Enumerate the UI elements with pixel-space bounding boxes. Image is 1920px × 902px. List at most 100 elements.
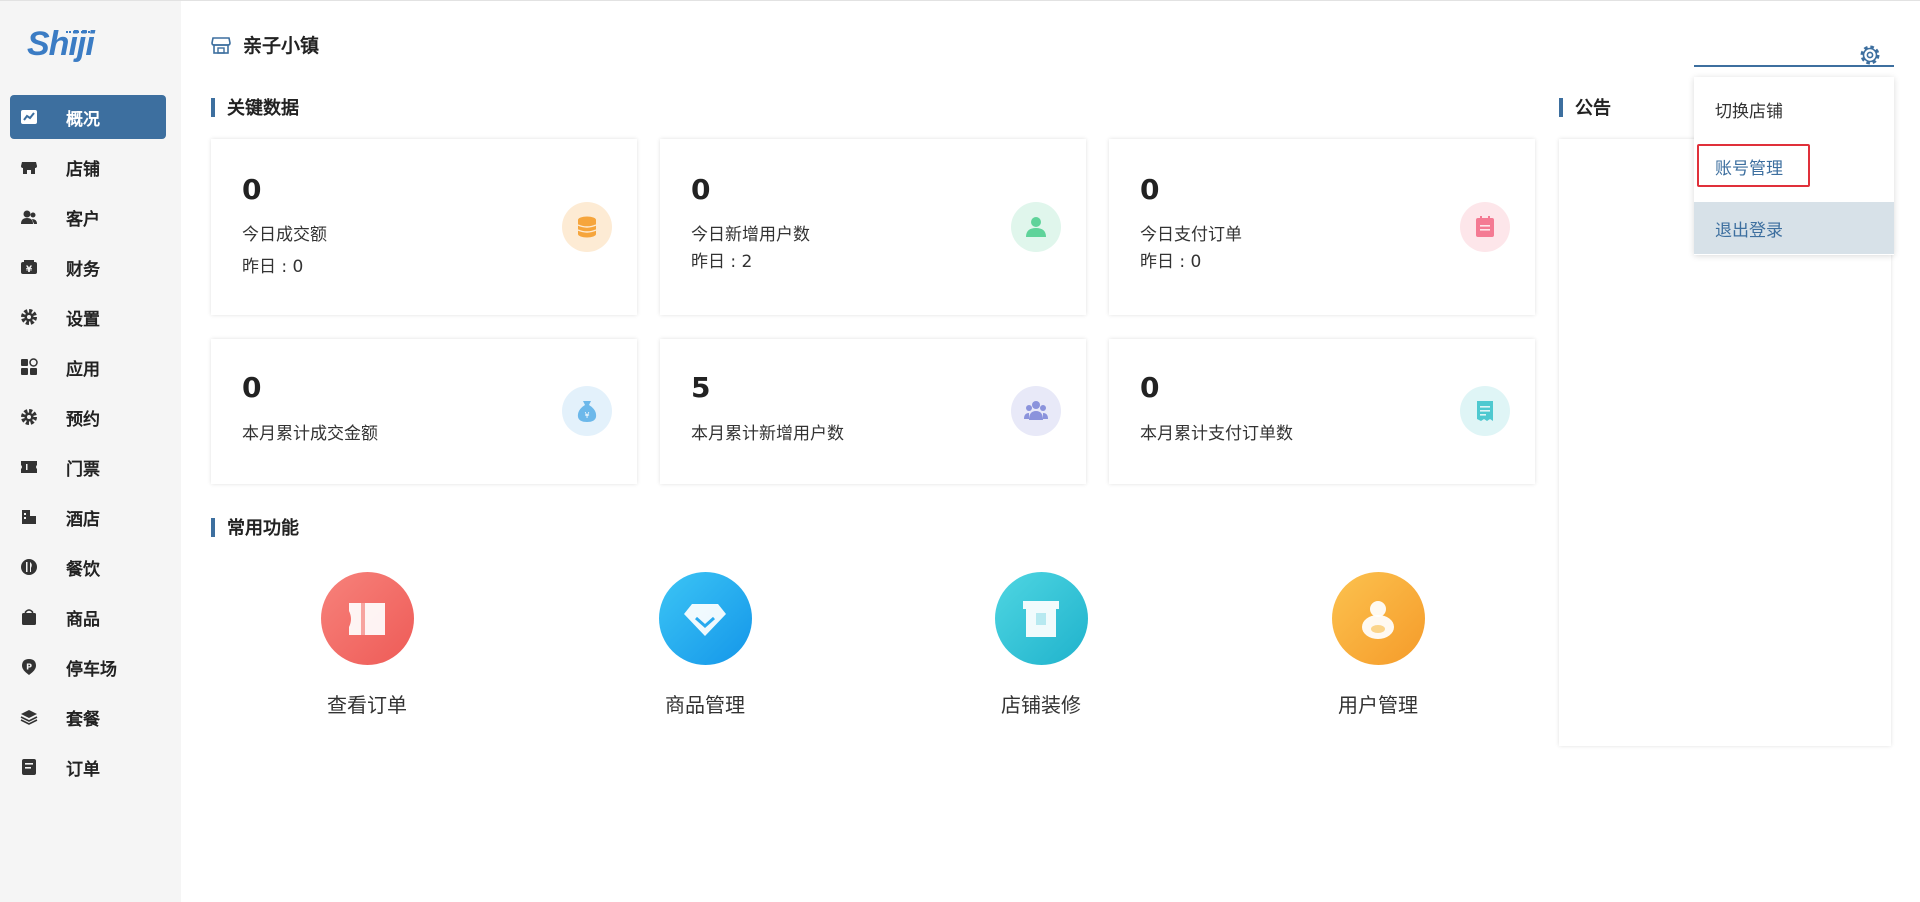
stat-value: 0: [242, 173, 262, 206]
settings-gear-button[interactable]: [1858, 43, 1882, 67]
stat-label: 今日支付订单: [1140, 225, 1242, 245]
group-icon: [1011, 386, 1061, 436]
page-title: 亲子小镇: [211, 31, 319, 58]
stat-value: 0: [691, 173, 711, 206]
hotel-icon: [20, 508, 38, 526]
stat-value: 5: [691, 371, 711, 404]
stat-label: 本月累计新增用户数: [691, 424, 844, 444]
stat-card-month-paid-orders: 0 本月累计支付订单数: [1109, 339, 1535, 484]
section-title-text: 常用功能: [227, 518, 299, 539]
ticket-icon: [20, 458, 38, 476]
stat-yesterday: 昨日 : 0: [242, 257, 304, 277]
parking-icon: P: [20, 658, 38, 676]
top-border: [181, 0, 1920, 1]
sidebar-item-overview[interactable]: 概况: [10, 95, 166, 139]
sidebar-item-finance[interactable]: ¥ 财务: [10, 245, 166, 289]
stat-value: 0: [242, 371, 262, 404]
order-icon: [20, 758, 38, 776]
menu-item-logout[interactable]: 退出登录: [1694, 202, 1894, 254]
store-icon: [211, 35, 231, 55]
svg-text:¥: ¥: [584, 411, 589, 420]
function-view-orders[interactable]: 查看订单: [287, 572, 447, 718]
sidebar-item-label: 财务: [66, 259, 100, 280]
sidebar-item-label: 预约: [66, 409, 100, 430]
sidebar-nav: 概况 店铺 客户 ¥ 财务 设置 应用 预约 门票 酒店 餐饮 商品 P 停车场…: [10, 95, 166, 795]
apps-icon: [20, 358, 38, 376]
section-title-text: 公告: [1575, 98, 1611, 119]
sidebar-item-apps[interactable]: 应用: [10, 345, 166, 389]
common-functions-title: 常用功能: [211, 514, 299, 540]
layers-icon: [20, 708, 38, 726]
sidebar-item-package[interactable]: 套餐: [10, 695, 166, 739]
sidebar-item-orders[interactable]: 订单: [10, 745, 166, 789]
ticket-icon: [320, 572, 414, 665]
sidebar-item-hotel[interactable]: 酒店: [10, 495, 166, 539]
sidebar-item-label: 停车场: [66, 659, 117, 680]
stat-card-month-revenue: 0 本月累计成交金额 ¥: [211, 339, 637, 484]
stat-label: 本月累计成交金额: [242, 424, 378, 444]
function-label: 查看订单: [327, 693, 407, 717]
function-label: 商品管理: [665, 693, 745, 717]
money-bag-icon: ¥: [562, 386, 612, 436]
sidebar-item-parking[interactable]: P 停车场: [10, 645, 166, 689]
bag-icon: [20, 608, 38, 626]
menu-item-account-management[interactable]: 账号管理: [1694, 140, 1894, 192]
sidebar-item-label: 概况: [66, 109, 100, 130]
gear-underline: [1694, 65, 1894, 67]
sidebar-item-store[interactable]: 店铺: [10, 145, 166, 189]
gear-icon: [20, 308, 38, 326]
logo-dots: [66, 31, 90, 35]
stat-value: 0: [1140, 371, 1160, 404]
sidebar-item-label: 订单: [66, 759, 100, 780]
function-label: 店铺装修: [1001, 693, 1081, 717]
sidebar-item-label: 应用: [66, 359, 100, 380]
user-icon: [1011, 202, 1061, 252]
sidebar-item-booking[interactable]: 预约: [10, 395, 166, 439]
stat-label: 今日新增用户数: [691, 225, 810, 245]
sidebar-item-goods[interactable]: 商品: [10, 595, 166, 639]
stat-label: 今日成交额: [242, 225, 327, 245]
users-icon: [20, 208, 38, 226]
box-icon: [994, 572, 1088, 665]
function-store-decoration[interactable]: 店铺装修: [961, 572, 1121, 718]
stat-yesterday: 昨日 : 2: [691, 252, 753, 272]
function-goods-management[interactable]: 商品管理: [625, 572, 785, 718]
account-dropdown-menu: 切换店铺 账号管理 退出登录: [1694, 77, 1894, 255]
stat-label: 本月累计支付订单数: [1140, 424, 1293, 444]
sidebar-item-label: 店铺: [66, 159, 100, 180]
clipboard-icon: [1460, 202, 1510, 252]
receipt-icon: [1460, 386, 1510, 436]
sidebar-item-customers[interactable]: 客户: [10, 195, 166, 239]
gear-icon: [1860, 45, 1880, 65]
notice-title: 公告: [1559, 94, 1611, 120]
menu-item-switch-store[interactable]: 切换店铺: [1694, 83, 1894, 135]
person-icon: [1331, 572, 1425, 665]
sidebar-item-settings[interactable]: 设置: [10, 295, 166, 339]
svg-text:P: P: [26, 663, 32, 672]
wallet-icon: ¥: [20, 258, 38, 276]
function-label: 用户管理: [1338, 693, 1418, 717]
diamond-icon: [658, 572, 752, 665]
sidebar-item-label: 门票: [66, 459, 100, 480]
store-icon: [20, 158, 38, 176]
stat-yesterday: 昨日 : 0: [1140, 252, 1202, 272]
sidebar-item-tickets[interactable]: 门票: [10, 445, 166, 489]
stat-card-today-new-users: 0 今日新增用户数 昨日 : 2: [660, 139, 1086, 315]
key-data-title: 关键数据: [211, 94, 299, 120]
function-user-management[interactable]: 用户管理: [1298, 572, 1458, 718]
sidebar-item-label: 套餐: [66, 709, 100, 730]
sidebar-item-label: 酒店: [66, 509, 100, 530]
sidebar-item-label: 设置: [66, 309, 100, 330]
sidebar-item-dining[interactable]: 餐饮: [10, 545, 166, 589]
gear-icon: [20, 408, 38, 426]
coins-icon: [562, 202, 612, 252]
sidebar: Shiji 概况 店铺 客户 ¥ 财务 设置 应用 预约 门票 酒店 餐饮 商品…: [0, 0, 181, 902]
sidebar-item-label: 餐饮: [66, 559, 100, 580]
sidebar-item-label: 商品: [66, 609, 100, 630]
svg-text:¥: ¥: [26, 265, 33, 275]
stat-card-today-paid-orders: 0 今日支付订单 昨日 : 0: [1109, 139, 1535, 315]
chart-icon: [20, 108, 38, 126]
dining-icon: [20, 558, 38, 576]
stat-card-today-revenue: 0 今日成交额 昨日 : 0: [211, 139, 637, 315]
sidebar-item-label: 客户: [66, 209, 100, 230]
